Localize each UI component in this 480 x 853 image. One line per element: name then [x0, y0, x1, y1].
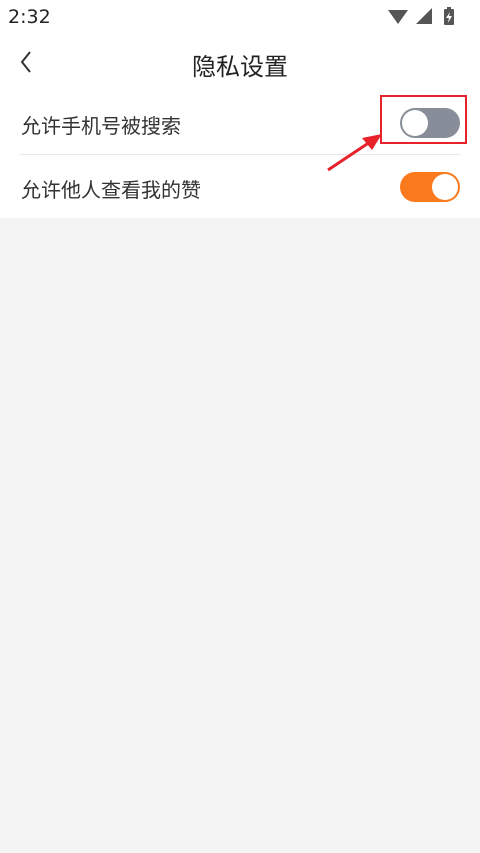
header: 隐私设置: [0, 34, 480, 90]
annotation-highlight-box: [380, 95, 467, 144]
annotation-arrow-icon: [327, 134, 382, 172]
status-time: 2:32: [8, 6, 51, 28]
status-icons: [388, 7, 454, 25]
page-title: 隐私设置: [192, 53, 288, 81]
setting-label-view-likes: 允许他人查看我的赞: [21, 178, 201, 202]
status-bar: 2:32: [0, 0, 480, 34]
toggle-knob: [432, 174, 458, 200]
wifi-icon: [388, 10, 408, 24]
view-likes-toggle[interactable]: [400, 172, 460, 202]
setting-label-phone-search: 允许手机号被搜索: [21, 114, 181, 138]
cell-signal-icon: [416, 8, 432, 24]
battery-charging-icon: [444, 7, 454, 25]
setting-row-view-likes: 允许他人查看我的赞: [0, 154, 480, 218]
